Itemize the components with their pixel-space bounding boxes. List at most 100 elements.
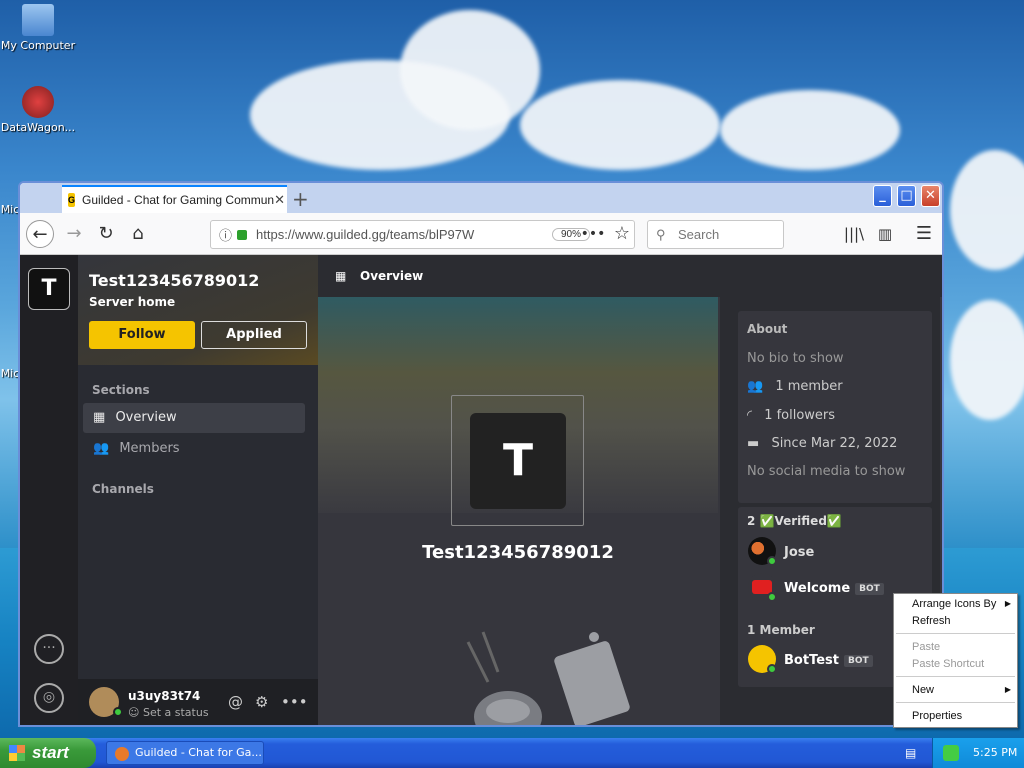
menu-item-properties[interactable]: Properties [912, 710, 962, 722]
url-text: https://www.guilded.gg/teams/blP97W [256, 227, 475, 242]
rss-icon: ◜ [747, 408, 753, 423]
search-placeholder: Search [678, 227, 720, 242]
role-group-header: 1 Member [747, 623, 815, 637]
hamburger-menu-icon[interactable]: ☰ [910, 220, 938, 248]
keyboard-icon[interactable]: ▤ [905, 746, 916, 760]
server-name: Test123456789012 [89, 271, 260, 290]
cloud [400, 10, 540, 130]
submenu-arrow-icon: ▶ [1004, 599, 1011, 608]
firefox-icon [115, 747, 129, 761]
applied-button[interactable]: Applied [201, 321, 307, 349]
maximize-button[interactable]: □ [897, 185, 916, 207]
network-icon[interactable] [943, 745, 959, 761]
start-button[interactable]: start [0, 738, 96, 768]
role-name: ✅Verified✅ [759, 514, 842, 528]
info-icon[interactable]: ⓘ [219, 225, 232, 244]
follow-button[interactable]: Follow [89, 321, 195, 349]
page-header: ▦ Overview [318, 255, 942, 297]
browser-tab[interactable]: G Guilded - Chat for Gaming Commun ✕ [62, 185, 287, 213]
section-item-members[interactable]: 👥 Members [83, 434, 305, 464]
system-tray: 5:25 PM [932, 738, 1024, 768]
desktop-icon-label: Mic [0, 203, 20, 216]
about-members: 👥 1 member [747, 379, 843, 394]
clock[interactable]: 5:25 PM [973, 746, 1017, 759]
cloud [520, 80, 720, 170]
set-status-link[interactable]: ☺ Set a status [128, 706, 209, 719]
home-button[interactable]: ⌂ [124, 220, 152, 248]
guilded-app: T ··· ◎ Test123456789012 Server home Fol… [20, 255, 942, 725]
new-tab-button[interactable]: + [292, 187, 309, 211]
menu-item-refresh[interactable]: Refresh [912, 615, 951, 627]
server-avatar[interactable]: T [28, 268, 70, 310]
chat-bubble-icon[interactable]: ··· [34, 634, 64, 664]
main-panel: ▦ Overview T Test123456789012 About No b… [318, 255, 942, 725]
sections-header: Sections [92, 383, 150, 397]
overview-grid-icon: ▦ [335, 269, 347, 283]
page-actions-menu-icon[interactable]: ••• [579, 220, 607, 248]
member-name: Welcome BOT [784, 581, 884, 596]
menu-item-paste: Paste [912, 641, 941, 653]
hero-server-name: Test123456789012 [422, 542, 614, 563]
members-count: 1 member [775, 379, 843, 394]
community-icon[interactable]: ◎ [34, 683, 64, 713]
forward-button[interactable]: → [60, 220, 88, 248]
cloud [950, 300, 1024, 420]
task-label: Guilded - Chat for Ga... [135, 746, 262, 759]
desktop-icon-label: My Computer [0, 39, 76, 52]
library-icon[interactable]: |||\ [840, 220, 868, 248]
set-status-label: Set a status [142, 706, 209, 719]
bookmark-star-icon[interactable]: ☆ [608, 220, 636, 248]
role-count: 1 [747, 623, 756, 637]
desktop-icon-label: Mic [0, 367, 20, 380]
desktop-icon-label: DataWagon... [0, 121, 76, 134]
followers-count: 1 followers [764, 408, 836, 423]
computer-icon [22, 4, 54, 36]
channel-sidebar: Test123456789012 Server home Follow Appl… [78, 255, 318, 725]
role-count: 2 [747, 514, 756, 528]
about-followers: ◜ 1 followers [747, 408, 835, 423]
members-icon: 👥 [747, 379, 764, 394]
role-name: Member [759, 623, 815, 637]
gear-icon[interactable]: ⚙ [255, 693, 268, 711]
reload-button[interactable]: ↻ [92, 220, 120, 248]
username: u3uy83t74 [128, 689, 201, 703]
url-bar[interactable]: ⓘ https://www.guilded.gg/teams/blP97W 90… [210, 220, 635, 249]
online-status-dot [767, 556, 777, 566]
bot-badge: BOT [843, 654, 873, 667]
server-rail: T ··· ◎ [20, 255, 78, 725]
smile-icon: ☺ [128, 706, 143, 719]
cloud [950, 150, 1024, 270]
tab-bar: G Guilded - Chat for Gaming Commun ✕ + _… [20, 183, 942, 213]
more-icon[interactable]: ••• [281, 693, 308, 711]
about-bio: No bio to show [747, 351, 844, 366]
desktop-icon-datawagon[interactable]: DataWagon... [0, 86, 78, 134]
channels-header: Channels [92, 482, 154, 496]
minimize-button[interactable]: _ [873, 185, 892, 207]
grid-icon: ▦ [93, 410, 106, 425]
menu-item-new[interactable]: New [912, 684, 934, 696]
online-status-dot [767, 664, 777, 674]
tab-close-icon[interactable]: ✕ [274, 192, 285, 208]
mention-icon[interactable]: @ [228, 693, 243, 711]
close-button[interactable]: ✕ [921, 185, 940, 207]
cloud [720, 90, 900, 170]
member-name: Jose [784, 545, 815, 560]
menu-item-arrange-icons[interactable]: Arrange Icons By [912, 598, 996, 610]
back-button[interactable]: ← [26, 220, 54, 248]
bot-badge: BOT [855, 582, 884, 595]
menu-separator [896, 633, 1015, 634]
menu-separator [896, 702, 1015, 703]
desktop-context-menu: Arrange Icons By ▶ Refresh Paste Paste S… [893, 593, 1018, 728]
section-item-overview[interactable]: ▦ Overview [83, 403, 305, 433]
lock-icon [237, 229, 248, 240]
desktop-icon-my-computer[interactable]: My Computer [0, 4, 78, 52]
guilded-favicon-icon: G [68, 193, 76, 207]
about-card: About No bio to show 👥 1 member ◜ 1 foll… [738, 311, 932, 503]
section-item-label: Overview [115, 410, 177, 425]
member-row[interactable]: Jose [738, 537, 932, 569]
since-date: Since Mar 22, 2022 [771, 436, 898, 451]
taskbar-browser-task[interactable]: Guilded - Chat for Ga... [106, 741, 264, 765]
search-input[interactable]: ⚲ Search [647, 220, 784, 249]
server-subtitle: Server home [89, 295, 176, 309]
sidebar-icon[interactable]: ▥ [871, 220, 899, 248]
